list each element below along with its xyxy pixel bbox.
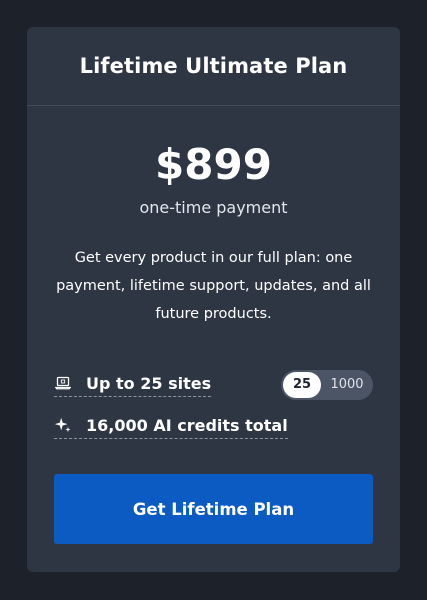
feature-sites-text: Up to 25 sites <box>86 373 212 393</box>
feature-credits-label-wrap[interactable]: 16,000 AI credits total <box>54 416 288 439</box>
laptop-icon <box>54 374 72 392</box>
feature-credits-row: 16,000 AI credits total <box>54 412 373 442</box>
price-caption: one-time payment <box>139 198 288 217</box>
pricing-card: Lifetime Ultimate Plan $899 one-time pay… <box>27 27 400 572</box>
toggle-option-25[interactable]: 25 <box>283 372 321 398</box>
card-header: Lifetime Ultimate Plan <box>27 27 400 106</box>
sites-toggle[interactable]: 25 1000 <box>281 370 373 400</box>
get-lifetime-plan-button[interactable]: Get Lifetime Plan <box>54 474 373 544</box>
plan-price: $899 <box>155 140 272 189</box>
plan-title: Lifetime Ultimate Plan <box>79 54 348 78</box>
feature-sites-row: Up to 25 sites 25 1000 <box>54 370 373 400</box>
sparkle-icon <box>54 416 72 434</box>
feature-sites-label-wrap[interactable]: Up to 25 sites <box>54 373 212 397</box>
plan-description: Get every product in our full plan: one … <box>56 250 371 322</box>
feature-credits-text: 16,000 AI credits total <box>86 415 288 435</box>
toggle-option-1000[interactable]: 1000 <box>321 372 373 398</box>
